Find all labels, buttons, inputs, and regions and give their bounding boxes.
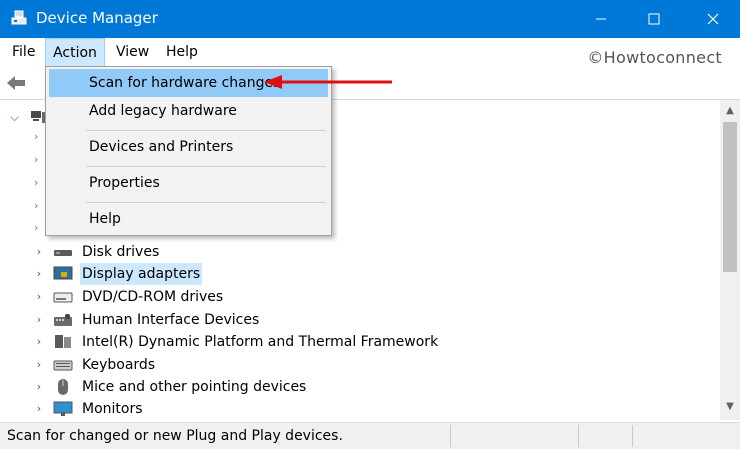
menu-file[interactable]: File [12,38,35,67]
menu-item-help[interactable]: Help [49,205,328,233]
menu-item-properties[interactable]: Properties [49,169,328,197]
tree-item-label: Disk drives [82,244,160,260]
menu-separator [86,202,326,203]
tree-item-monitors[interactable]: › Monitors [0,398,720,420]
chevron-right-icon[interactable]: › [34,267,44,281]
intel-framework-icon [53,334,73,350]
chevron-right-icon[interactable]: › [34,358,44,372]
tree-item-human-interface-devices[interactable]: › Human Interface Devices [0,309,720,331]
title-bar: Device Manager [0,0,740,38]
tree-item-mice[interactable]: › Mice and other pointing devices [0,376,720,398]
menu-item-devices-and-printers[interactable]: Devices and Printers [49,133,328,161]
maximize-icon [648,13,660,25]
tree-item-keyboards[interactable]: › Keyboards [0,354,720,376]
chevron-right-icon[interactable]: › [34,199,38,212]
minimize-icon [596,18,606,20]
menu-item-label: Devices and Printers [89,139,234,155]
mouse-icon [53,379,73,395]
chevron-right-icon[interactable]: › [34,153,38,166]
tree-item-label: Mice and other pointing devices [82,379,307,395]
chevron-right-icon[interactable]: › [34,130,38,143]
menu-separator [86,130,326,131]
menu-item-label: Properties [89,175,160,191]
device-manager-icon [10,9,28,27]
tree-item-label: Human Interface Devices [82,312,260,328]
scroll-up-icon[interactable]: ▲ [720,102,740,120]
close-button[interactable] [690,0,736,38]
scroll-down-icon[interactable]: ▼ [720,398,740,416]
chevron-right-icon[interactable]: › [34,313,44,327]
chevron-right-icon[interactable]: › [34,176,38,189]
back-icon[interactable] [6,74,26,96]
status-divider [578,425,579,447]
vertical-scrollbar[interactable]: ▲ ▼ [720,100,740,420]
menu-action[interactable]: Action [45,38,105,67]
menu-item-add-legacy-hardware[interactable]: Add legacy hardware [49,97,328,125]
menu-help[interactable]: Help [166,38,198,67]
menu-item-label: Add legacy hardware [89,103,237,119]
menu-view[interactable]: View [116,38,149,67]
status-divider [450,425,451,447]
menu-item-label: Help [89,211,121,227]
chevron-right-icon[interactable]: › [34,245,44,259]
tree-item-label: Display adapters [80,263,203,285]
tree-item-display-adapters[interactable]: › Display adapters [0,263,720,285]
tree-item-label: Monitors [82,401,143,417]
close-icon [707,13,719,25]
hid-icon [53,312,73,328]
status-divider [632,425,633,447]
annotation-arrow-icon [264,75,392,89]
monitor-icon [53,401,73,417]
chevron-right-icon[interactable]: › [34,335,44,349]
keyboard-icon [53,357,73,373]
tree-item-label: DVD/CD-ROM drives [82,289,224,305]
status-text: Scan for changed or new Plug and Play de… [7,428,343,444]
tree-item-label: Keyboards [82,357,156,373]
maximize-button[interactable] [631,0,677,38]
chevron-right-icon[interactable]: › [34,290,44,304]
expand-root-chevron-icon[interactable]: ⌵ [10,110,19,125]
chevron-right-icon[interactable]: › [34,221,38,234]
display-adapter-icon [53,266,73,282]
watermark: ©Howtoconnect [587,48,722,67]
disk-drive-icon [53,244,73,260]
window-title: Device Manager [36,9,158,27]
dvd-drive-icon [53,289,73,305]
tree-item-label: Intel(R) Dynamic Platform and Thermal Fr… [82,334,439,350]
tree-item-disk-drives[interactable]: › Disk drives [0,241,720,263]
menu-item-label: Scan for hardware changes [89,75,281,91]
minimize-button[interactable] [578,0,624,38]
tree-item-intel-framework[interactable]: › Intel(R) Dynamic Platform and Thermal … [0,331,720,353]
chevron-right-icon[interactable]: › [34,380,44,394]
status-bar: Scan for changed or new Plug and Play de… [0,422,740,449]
chevron-right-icon[interactable]: › [34,402,44,416]
menu-separator [86,166,326,167]
scrollbar-thumb[interactable] [723,122,737,272]
tree-item-dvd-drives[interactable]: › DVD/CD-ROM drives [0,286,720,308]
